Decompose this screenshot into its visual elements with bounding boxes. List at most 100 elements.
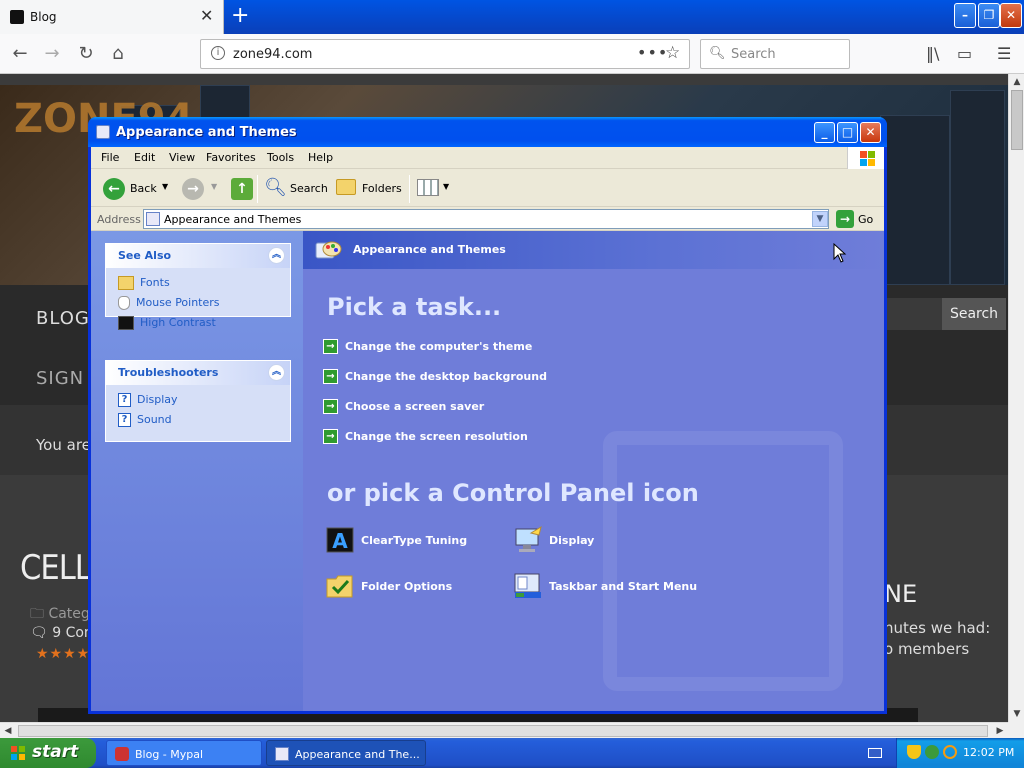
back-arrow-icon[interactable]: ←: [103, 178, 125, 200]
cp-icon-label: ClearType Tuning: [361, 534, 468, 547]
task-pane: See Also ︽ Fonts Mouse Pointers High Con…: [91, 231, 303, 711]
scrollbar-thumb[interactable]: [18, 725, 988, 737]
menu-edit[interactable]: Edit: [134, 151, 155, 164]
category-title: Appearance and Themes: [353, 243, 506, 256]
search-icon: 🔍︎: [709, 46, 726, 61]
scroll-down-arrow-icon[interactable]: ▼: [1009, 706, 1024, 722]
nav-link-blog[interactable]: BLOG: [36, 308, 90, 329]
flag-quadrant: [868, 159, 875, 166]
see-also-link-fonts[interactable]: Fonts: [118, 276, 170, 290]
see-also-link-high-contrast[interactable]: High Contrast: [118, 316, 216, 330]
troubleshooters-title: Troubleshooters: [118, 366, 219, 379]
views-icon[interactable]: [417, 179, 439, 196]
window-maximize-button[interactable]: □: [837, 122, 858, 143]
window-minimize-button[interactable]: _: [814, 122, 835, 143]
back-dropdown-icon[interactable]: ▼: [162, 182, 168, 191]
security-shield-icon[interactable]: [907, 745, 921, 759]
address-field[interactable]: Appearance and Themes ▼: [143, 209, 829, 229]
post-category: 🗀︎ Categ: [30, 606, 90, 622]
bookmark-star-icon[interactable]: ☆: [665, 43, 680, 63]
desktop-screen: Blog ✕ + – ❐ ✕ ← → ↻ ⌂ i zone94.com ••• …: [0, 0, 1024, 768]
troubleshooter-link-display[interactable]: ? Display: [118, 393, 178, 407]
menu-file[interactable]: File: [101, 151, 119, 164]
forward-dropdown-icon[interactable]: ▼: [211, 182, 217, 191]
browser-tab-strip: Blog ✕ + – ❐ ✕: [0, 0, 1024, 34]
page-vertical-scrollbar[interactable]: ▲ ▼: [1008, 74, 1024, 722]
address-dropdown-icon[interactable]: ▼: [812, 211, 828, 227]
troubleshooters-panel: Troubleshooters ︽ ? Display ? Sound: [105, 360, 291, 442]
cp-icon-label: Folder Options: [361, 580, 453, 593]
browser-close-button[interactable]: ✕: [1000, 3, 1022, 28]
menu-view[interactable]: View: [169, 151, 195, 164]
tab-close-icon[interactable]: ✕: [200, 7, 213, 25]
back-arrow-icon[interactable]: ←: [8, 42, 32, 66]
home-icon[interactable]: ⌂: [106, 42, 130, 66]
forward-arrow-icon[interactable]: →: [182, 178, 204, 200]
task-arrow-icon: →: [323, 369, 338, 384]
window-title-bar[interactable]: Appearance and Themes _ □ ✕: [88, 117, 887, 147]
up-folder-icon[interactable]: ↑: [231, 178, 253, 200]
control-panel-icon: [146, 212, 160, 226]
back-button-label[interactable]: Back: [130, 182, 157, 195]
taskbar-button-blog-mypal[interactable]: Blog - Mypal: [106, 740, 262, 766]
clock[interactable]: 12:02 PM: [963, 746, 1014, 759]
start-button[interactable]: start: [0, 738, 96, 768]
views-dropdown-icon[interactable]: ▼: [443, 182, 449, 191]
keyboard-icon[interactable]: [868, 748, 882, 758]
menu-tools[interactable]: Tools: [267, 151, 294, 164]
post-comments: 🗨︎ 9 Con: [30, 625, 93, 641]
high-contrast-icon: [118, 316, 134, 330]
collapse-chevron-icon[interactable]: ︽: [268, 247, 285, 264]
post-rating-stars[interactable]: ★★★★: [36, 646, 90, 662]
collapse-chevron-icon[interactable]: ︽: [268, 364, 285, 381]
url-bar[interactable]: i zone94.com ••• ☆: [200, 39, 690, 69]
hamburger-menu-icon[interactable]: ☰: [997, 44, 1011, 63]
task-label: Change the computer's theme: [345, 340, 533, 353]
start-label: start: [32, 742, 79, 762]
browser-search-box[interactable]: 🔍︎ Search: [700, 39, 850, 69]
taskbar-button-appearance-themes[interactable]: Appearance and The...: [266, 740, 426, 766]
see-also-header[interactable]: See Also ︽: [106, 244, 290, 268]
page-horizontal-scrollbar[interactable]: ◀ ▶: [0, 722, 1008, 738]
browser-restore-button[interactable]: ❐: [978, 3, 1000, 28]
menu-favorites[interactable]: Favorites: [206, 151, 256, 164]
cleartype-icon: A: [326, 527, 354, 553]
go-arrow-icon[interactable]: →: [836, 210, 854, 228]
window-close-button[interactable]: ✕: [860, 122, 881, 143]
page-actions-icon[interactable]: •••: [637, 43, 668, 62]
scroll-left-arrow-icon[interactable]: ◀: [0, 723, 16, 739]
forward-arrow-icon[interactable]: →: [40, 42, 64, 66]
post-category-text[interactable]: Categ: [48, 606, 89, 622]
scroll-right-arrow-icon[interactable]: ▶: [992, 723, 1008, 739]
post-comments-text[interactable]: 9 Con: [52, 625, 93, 641]
menu-help[interactable]: Help: [308, 151, 333, 164]
sidebar-icon[interactable]: ▭: [957, 44, 972, 63]
mouse-cursor-icon: [833, 243, 847, 263]
address-value[interactable]: Appearance and Themes: [164, 213, 301, 226]
tab-title: Blog: [30, 10, 57, 24]
link-label: High Contrast: [140, 316, 216, 329]
site-info-icon[interactable]: i: [211, 46, 225, 60]
browser-tab-blog[interactable]: Blog ✕: [0, 0, 224, 34]
see-also-link-mouse-pointers[interactable]: Mouse Pointers: [118, 296, 220, 310]
nav-link-sign[interactable]: SIGN: [36, 368, 84, 389]
browser-minimize-button[interactable]: –: [954, 3, 976, 28]
url-text[interactable]: zone94.com: [233, 47, 312, 62]
search-tray-icon[interactable]: [943, 745, 957, 759]
search-icon[interactable]: 🔍︎: [264, 177, 287, 198]
folders-icon[interactable]: [336, 179, 356, 195]
site-search-button[interactable]: Search: [942, 298, 1006, 330]
go-button-label[interactable]: Go: [858, 213, 873, 226]
troubleshooter-link-sound[interactable]: ? Sound: [118, 413, 172, 427]
new-tab-plus-icon[interactable]: +: [231, 4, 249, 28]
troubleshooters-header[interactable]: Troubleshooters ︽: [106, 361, 290, 385]
scroll-up-arrow-icon[interactable]: ▲: [1009, 74, 1024, 90]
search-button-label[interactable]: Search: [290, 182, 328, 195]
fonts-folder-icon: [118, 276, 134, 290]
library-icon[interactable]: ‖\: [926, 44, 939, 63]
folders-button-label[interactable]: Folders: [362, 182, 402, 195]
search-placeholder[interactable]: Search: [731, 47, 776, 62]
network-icon[interactable]: [925, 745, 939, 759]
scrollbar-thumb[interactable]: [1011, 90, 1023, 150]
reload-icon[interactable]: ↻: [74, 42, 98, 66]
